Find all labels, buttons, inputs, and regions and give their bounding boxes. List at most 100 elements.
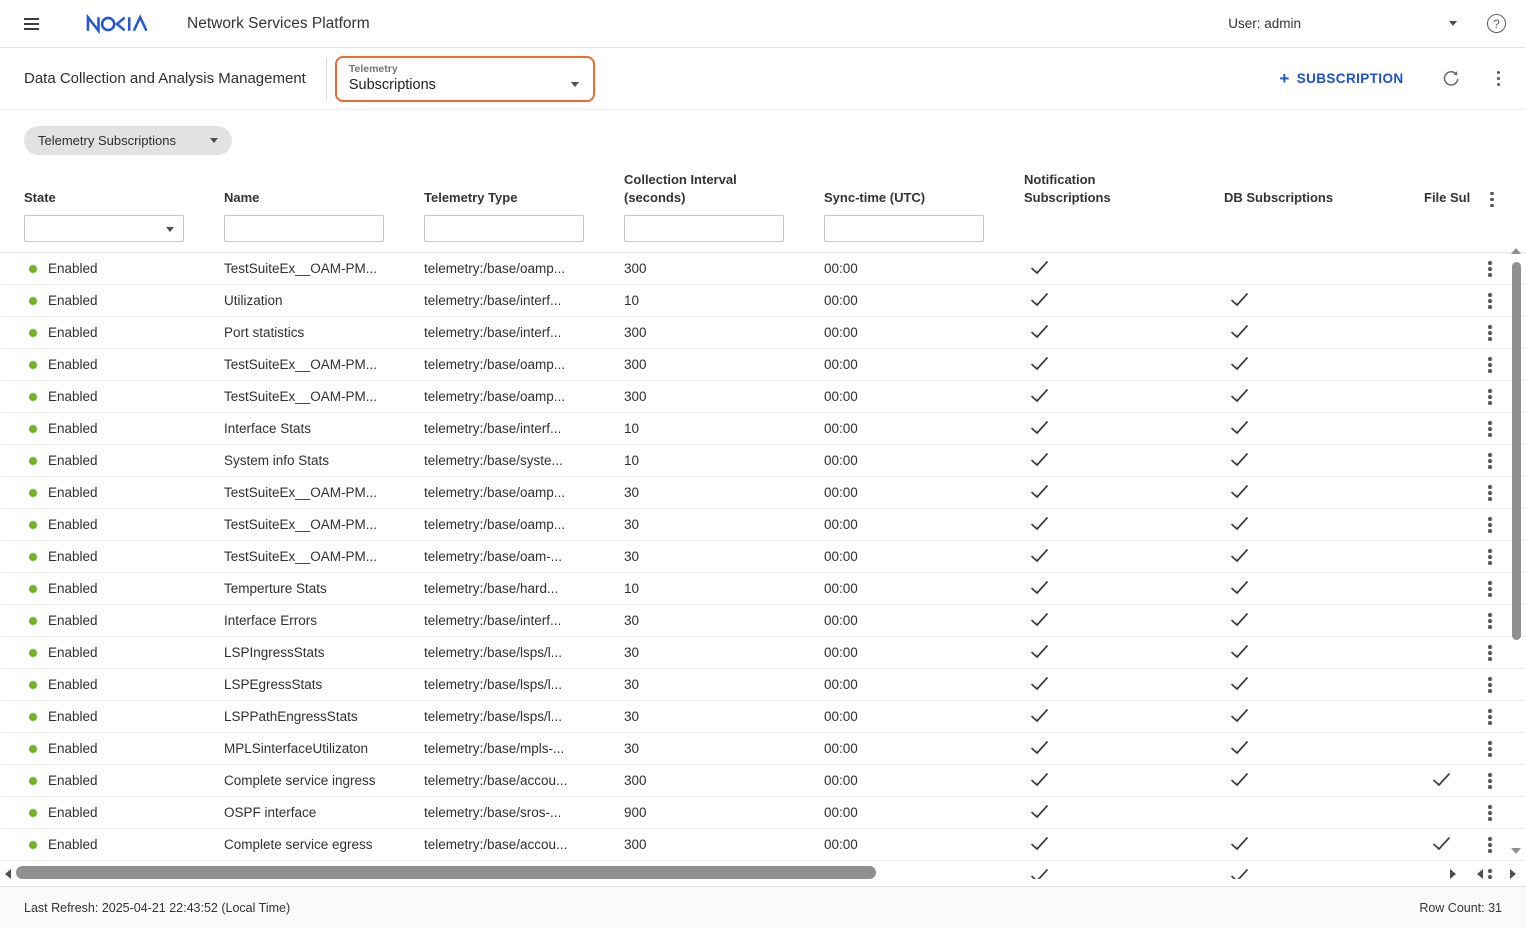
- cell-db-subscriptions: [1224, 740, 1424, 758]
- row-kebab-icon[interactable]: [1488, 517, 1492, 533]
- cell-collection-interval: 300: [624, 837, 824, 852]
- refresh-icon[interactable]: [1442, 69, 1461, 88]
- column-header-state[interactable]: State: [24, 189, 224, 207]
- cell-telemetry-type: telemetry:/base/interf...: [424, 613, 624, 628]
- help-icon[interactable]: ?: [1487, 14, 1506, 33]
- cell-collection-interval: 300: [624, 357, 824, 372]
- state-label: Enabled: [48, 645, 98, 660]
- row-kebab-icon[interactable]: [1488, 453, 1492, 469]
- row-kebab-icon[interactable]: [1488, 357, 1492, 373]
- cell-notification-subscriptions: [1024, 420, 1224, 438]
- row-kebab-icon[interactable]: [1488, 741, 1492, 757]
- horizontal-scrollbar-thumb[interactable]: [16, 866, 876, 879]
- add-subscription-button[interactable]: + SUBSCRIPTION: [1279, 70, 1403, 87]
- table-row[interactable]: EnabledTestSuiteEx__OAM-PM...telemetry:/…: [0, 477, 1526, 509]
- view-selector-dropdown[interactable]: Telemetry Subscriptions: [335, 56, 595, 102]
- cell-sync-time: 00:00: [824, 613, 1024, 628]
- row-kebab-icon[interactable]: [1488, 805, 1492, 821]
- table-row[interactable]: EnabledInterface Statstelemetry:/base/in…: [0, 413, 1526, 445]
- cell-state: Enabled: [24, 645, 224, 660]
- pinned-hscroll-right-arrow-icon[interactable]: [1510, 869, 1516, 879]
- row-kebab-icon[interactable]: [1488, 325, 1492, 341]
- filter-state-select[interactable]: [24, 215, 184, 242]
- cell-state: Enabled: [24, 453, 224, 468]
- vscroll-up-arrow-icon[interactable]: [1511, 248, 1521, 254]
- row-kebab-icon[interactable]: [1488, 709, 1492, 725]
- column-header-sync-time[interactable]: Sync-time (UTC): [824, 189, 1024, 207]
- row-kebab-icon[interactable]: [1488, 677, 1492, 693]
- column-header-db-subscriptions[interactable]: DB Subscriptions: [1224, 189, 1424, 207]
- cell-telemetry-type: telemetry:/base/mpls-...: [424, 741, 624, 756]
- column-header-file-subscriptions[interactable]: File Sul: [1424, 189, 1482, 207]
- view-chip[interactable]: Telemetry Subscriptions: [24, 126, 232, 155]
- row-kebab-icon[interactable]: [1488, 389, 1492, 405]
- hscroll-right-arrow-icon[interactable]: [1450, 869, 1456, 879]
- state-label: Enabled: [48, 773, 98, 788]
- filter-name-input[interactable]: [224, 215, 384, 242]
- cell-sync-time: 00:00: [824, 677, 1024, 692]
- cell-sync-time: 00:00: [824, 261, 1024, 276]
- table-row[interactable]: EnabledTestSuiteEx__OAM-PM...telemetry:/…: [0, 349, 1526, 381]
- hscroll-left-arrow-icon[interactable]: [5, 869, 11, 879]
- row-kebab-icon[interactable]: [1488, 837, 1492, 853]
- table-row[interactable]: EnabledInterface Errorstelemetry:/base/i…: [0, 605, 1526, 637]
- column-header-name[interactable]: Name: [224, 189, 424, 207]
- row-kebab-icon[interactable]: [1488, 293, 1492, 309]
- page-title: Data Collection and Analysis Management: [24, 70, 306, 87]
- cell-notification-subscriptions: [1024, 324, 1224, 342]
- table-row[interactable]: EnabledLSPPathEngressStatstelemetry:/bas…: [0, 701, 1526, 733]
- row-kebab-icon[interactable]: [1488, 869, 1492, 879]
- pinned-hscroll-left-arrow-icon[interactable]: [1477, 869, 1483, 879]
- row-kebab-icon[interactable]: [1488, 645, 1492, 661]
- row-kebab-icon[interactable]: [1488, 581, 1492, 597]
- table-row[interactable]: EnabledSystem info Statstelemetry:/base/…: [0, 445, 1526, 477]
- cell-name: Complete service ingress: [224, 773, 424, 788]
- vertical-scrollbar-thumb[interactable]: [1512, 262, 1521, 640]
- row-kebab-icon[interactable]: [1488, 549, 1492, 565]
- column-header-telemetry-type[interactable]: Telemetry Type: [424, 189, 624, 207]
- cell-collection-interval: 300: [624, 773, 824, 788]
- table-row[interactable]: EnabledComplete service ingresstelemetry…: [0, 765, 1526, 797]
- filter-telemetry-type-input[interactable]: [424, 215, 584, 242]
- filter-collection-interval-input[interactable]: [624, 215, 784, 242]
- cell-db-subscriptions: [1224, 516, 1424, 534]
- table-row[interactable]: EnabledTestSuiteEx__OAM-PM...telemetry:/…: [0, 509, 1526, 541]
- row-kebab-icon[interactable]: [1488, 613, 1492, 629]
- column-header-collection-interval[interactable]: Collection Interval (seconds): [624, 171, 824, 207]
- last-refresh-label: Last Refresh: 2025-04-21 22:43:52 (Local…: [24, 901, 290, 915]
- table-row[interactable]: EnabledTestSuiteEx__OAM-PM...telemetry:/…: [0, 541, 1526, 573]
- table-row[interactable]: EnabledPort statisticstelemetry:/base/in…: [0, 317, 1526, 349]
- row-kebab-icon[interactable]: [1488, 773, 1492, 789]
- table-row[interactable]: EnabledMPLSinterfaceUtilizatontelemetry:…: [0, 733, 1526, 765]
- cell-state: Enabled: [24, 581, 224, 596]
- cell-collection-interval: 30: [624, 517, 824, 532]
- table-row[interactable]: EnabledTemperture Statstelemetry:/base/h…: [0, 573, 1526, 605]
- user-menu-caret-icon[interactable]: [1449, 21, 1457, 26]
- table-row[interactable]: EnabledOSPF interfacetelemetry:/base/sro…: [0, 797, 1526, 829]
- cell-notification-subscriptions: [1024, 612, 1224, 630]
- hamburger-menu-icon[interactable]: [24, 18, 39, 30]
- check-icon: [1230, 388, 1249, 403]
- toolbar-kebab-icon[interactable]: [1497, 71, 1501, 87]
- row-kebab-icon[interactable]: [1488, 485, 1492, 501]
- row-kebab-icon[interactable]: [1488, 261, 1492, 277]
- cell-collection-interval: 30: [624, 485, 824, 500]
- column-header-notification-subscriptions[interactable]: Notification Subscriptions: [1024, 171, 1224, 207]
- table-row[interactable]: EnabledComplete service egresstelemetry:…: [0, 829, 1526, 861]
- table-row[interactable]: EnabledUtilizationtelemetry:/base/interf…: [0, 285, 1526, 317]
- table-row[interactable]: EnabledTestSuiteEx__OAM-PM...telemetry:/…: [0, 381, 1526, 413]
- row-count-label: Row Count: 31: [1419, 901, 1502, 915]
- table-row[interactable]: EnabledLSPEgressStatstelemetry:/base/lsp…: [0, 669, 1526, 701]
- cell-sync-time: 00:00: [824, 645, 1024, 660]
- cell-notification-subscriptions: [1024, 452, 1224, 470]
- table-header-kebab-icon[interactable]: [1490, 192, 1494, 208]
- check-icon: [1030, 484, 1049, 499]
- vscroll-down-arrow-icon[interactable]: [1511, 848, 1521, 854]
- status-dot-icon: [29, 521, 37, 529]
- filter-sync-time-input[interactable]: [824, 215, 984, 242]
- row-kebab-icon[interactable]: [1488, 421, 1492, 437]
- table-row[interactable]: EnabledTestSuiteEx__OAM-PM...telemetry:/…: [0, 253, 1526, 285]
- cell-state: Enabled: [24, 421, 224, 436]
- cell-collection-interval: 30: [624, 709, 824, 724]
- table-row[interactable]: EnabledLSPIngressStatstelemetry:/base/ls…: [0, 637, 1526, 669]
